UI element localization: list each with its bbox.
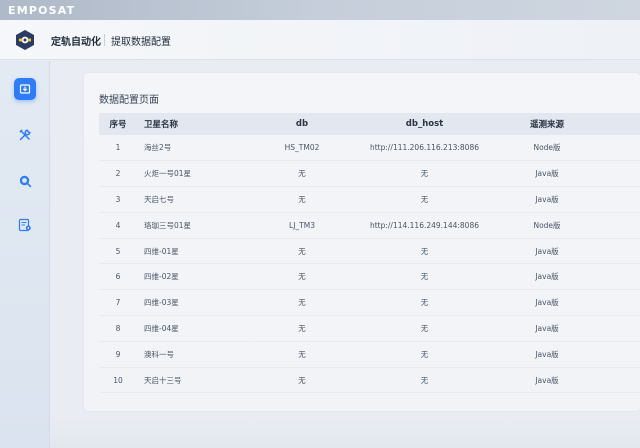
- cell-db-host: 无: [420, 375, 429, 385]
- page-breadcrumb: 提取数据配置: [111, 37, 171, 48]
- column-header-telemetry-source[interactable]: 遥测来源: [492, 113, 602, 135]
- header-divider: [104, 34, 105, 46]
- sidebar-item-search[interactable]: [14, 170, 36, 192]
- column-header-db-host[interactable]: db_host: [357, 113, 492, 135]
- column-header-index[interactable]: 序号: [99, 113, 137, 135]
- cell-index: 4: [115, 220, 121, 230]
- background-shade: [50, 420, 640, 448]
- cell-index: 1: [115, 143, 121, 153]
- cell-db-host: 无: [420, 246, 429, 256]
- page-title: 数据配置页面: [99, 95, 159, 106]
- cell-extra: [602, 187, 640, 213]
- cell-db: 无: [298, 298, 306, 308]
- cell-db-host: 无: [420, 272, 429, 282]
- cell-extra: [602, 316, 640, 342]
- cell-db: 无: [298, 272, 306, 282]
- cell-extra: [602, 212, 640, 238]
- cell-db-host: http://111.206.116.213:8086: [369, 143, 479, 153]
- cell-telemetry-source: Node版: [533, 143, 561, 153]
- cell-index: 2: [115, 169, 121, 179]
- table-row[interactable]: 7 四维-03星 无 无 Java版: [99, 290, 640, 316]
- cell-satellite-name: 火炬一号01星: [144, 169, 192, 179]
- table-row[interactable]: 9 澳科一号 无 无 Java版: [99, 341, 640, 368]
- cell-db: 无: [298, 349, 306, 359]
- tools-icon: [19, 129, 31, 141]
- cell-index: 6: [115, 272, 121, 282]
- cell-extra: [602, 135, 640, 161]
- table-row[interactable]: 4 珞珈三号01星 LJ_TM3 http://114.116.249.144:…: [99, 212, 640, 239]
- cell-satellite-name: 四维-02星: [144, 272, 179, 282]
- cell-index: 8: [115, 323, 121, 333]
- cell-db-host: http://114.116.249.144:8086: [369, 220, 479, 230]
- table-row[interactable]: 1 海丝2号 HS_TM02 http://111.206.116.213:80…: [99, 135, 640, 161]
- cell-extra: [602, 341, 640, 367]
- cell-telemetry-source: Java版: [535, 298, 559, 308]
- cell-index: 10: [113, 375, 123, 385]
- sidebar: [0, 61, 50, 448]
- cell-satellite-name: 天启七号: [144, 194, 174, 204]
- sidebar-item-list-settings[interactable]: [14, 214, 36, 236]
- cell-index: 7: [115, 298, 121, 308]
- cell-satellite-name: 澳科一号: [144, 349, 174, 359]
- cell-extra: [602, 264, 640, 290]
- cell-db-host: 无: [420, 169, 429, 179]
- cell-db: 无: [298, 246, 306, 256]
- column-header-extra: [602, 113, 640, 135]
- cell-telemetry-source: Java版: [535, 349, 559, 359]
- cell-db-host: 无: [420, 323, 429, 333]
- search-globe-icon: [19, 175, 32, 188]
- table-row[interactable]: 2 火炬一号01星 无 无 Java版: [99, 161, 640, 187]
- cell-db: 无: [298, 169, 306, 179]
- cell-telemetry-source: Java版: [535, 272, 559, 282]
- satellite-config-table: 序号 卫星名称 db db_host 遥测来源 1 海丝2号 HS_TM02 h…: [99, 113, 640, 393]
- cell-extra: [602, 367, 640, 393]
- cell-db: LJ_TM3: [289, 220, 315, 230]
- column-header-db[interactable]: db: [247, 113, 357, 135]
- cell-index: 9: [115, 349, 121, 359]
- cell-telemetry-source: Java版: [535, 194, 559, 204]
- cell-db-host: 无: [420, 298, 429, 308]
- table-header-row: 序号 卫星名称 db db_host 遥测来源: [99, 113, 640, 135]
- data-config-panel: 数据配置页面 序号 卫星名称 db db_host 遥测来源 1 海丝2号 HS…: [84, 73, 640, 411]
- cell-telemetry-source: Java版: [535, 246, 559, 256]
- top-strip: EMPOSAT: [0, 0, 640, 20]
- cell-satellite-name: 海丝2号: [144, 143, 172, 153]
- brand-logo-text: EMPOSAT: [8, 4, 76, 17]
- cell-db-host: 无: [420, 194, 429, 204]
- cell-satellite-name: 四维-01星: [144, 246, 179, 256]
- cell-extra: [602, 290, 640, 316]
- table-row[interactable]: 8 四维-04星 无 无 Java版: [99, 316, 640, 342]
- cell-telemetry-source: Java版: [535, 169, 559, 179]
- cell-db: 无: [298, 194, 306, 204]
- download-icon: [19, 84, 31, 94]
- list-settings-icon: [18, 218, 31, 232]
- sidebar-item-download[interactable]: [14, 78, 36, 100]
- cell-index: 5: [115, 246, 121, 256]
- app-logo-icon[interactable]: [14, 29, 36, 51]
- cell-extra: [602, 238, 640, 264]
- cell-satellite-name: 四维-04星: [144, 323, 179, 333]
- cell-satellite-name: 珞珈三号01星: [144, 220, 192, 230]
- cell-extra: [602, 161, 640, 187]
- cell-db: 无: [298, 375, 306, 385]
- table-row[interactable]: 6 四维-02星 无 无 Java版: [99, 264, 640, 290]
- app-title[interactable]: 定轨自动化: [51, 33, 101, 48]
- cell-db: 无: [298, 323, 306, 333]
- cell-satellite-name: 四维-03星: [144, 298, 179, 308]
- cell-satellite-name: 天启十三号: [144, 375, 182, 385]
- cell-index: 3: [115, 194, 121, 204]
- column-header-satellite-name[interactable]: 卫星名称: [137, 113, 247, 135]
- sidebar-item-tools[interactable]: [14, 124, 36, 146]
- cell-telemetry-source: Node版: [533, 220, 561, 230]
- table-row[interactable]: 3 天启七号 无 无 Java版: [99, 187, 640, 213]
- app-header: 定轨自动化 提取数据配置: [0, 20, 640, 60]
- cell-telemetry-source: Java版: [535, 375, 559, 385]
- table-row[interactable]: 10 天启十三号 无 无 Java版: [99, 367, 640, 393]
- table-row[interactable]: 5 四维-01星 无 无 Java版: [99, 238, 640, 264]
- cell-db: HS_TM02: [284, 143, 320, 153]
- cell-telemetry-source: Java版: [535, 323, 559, 333]
- cell-db-host: 无: [420, 349, 429, 359]
